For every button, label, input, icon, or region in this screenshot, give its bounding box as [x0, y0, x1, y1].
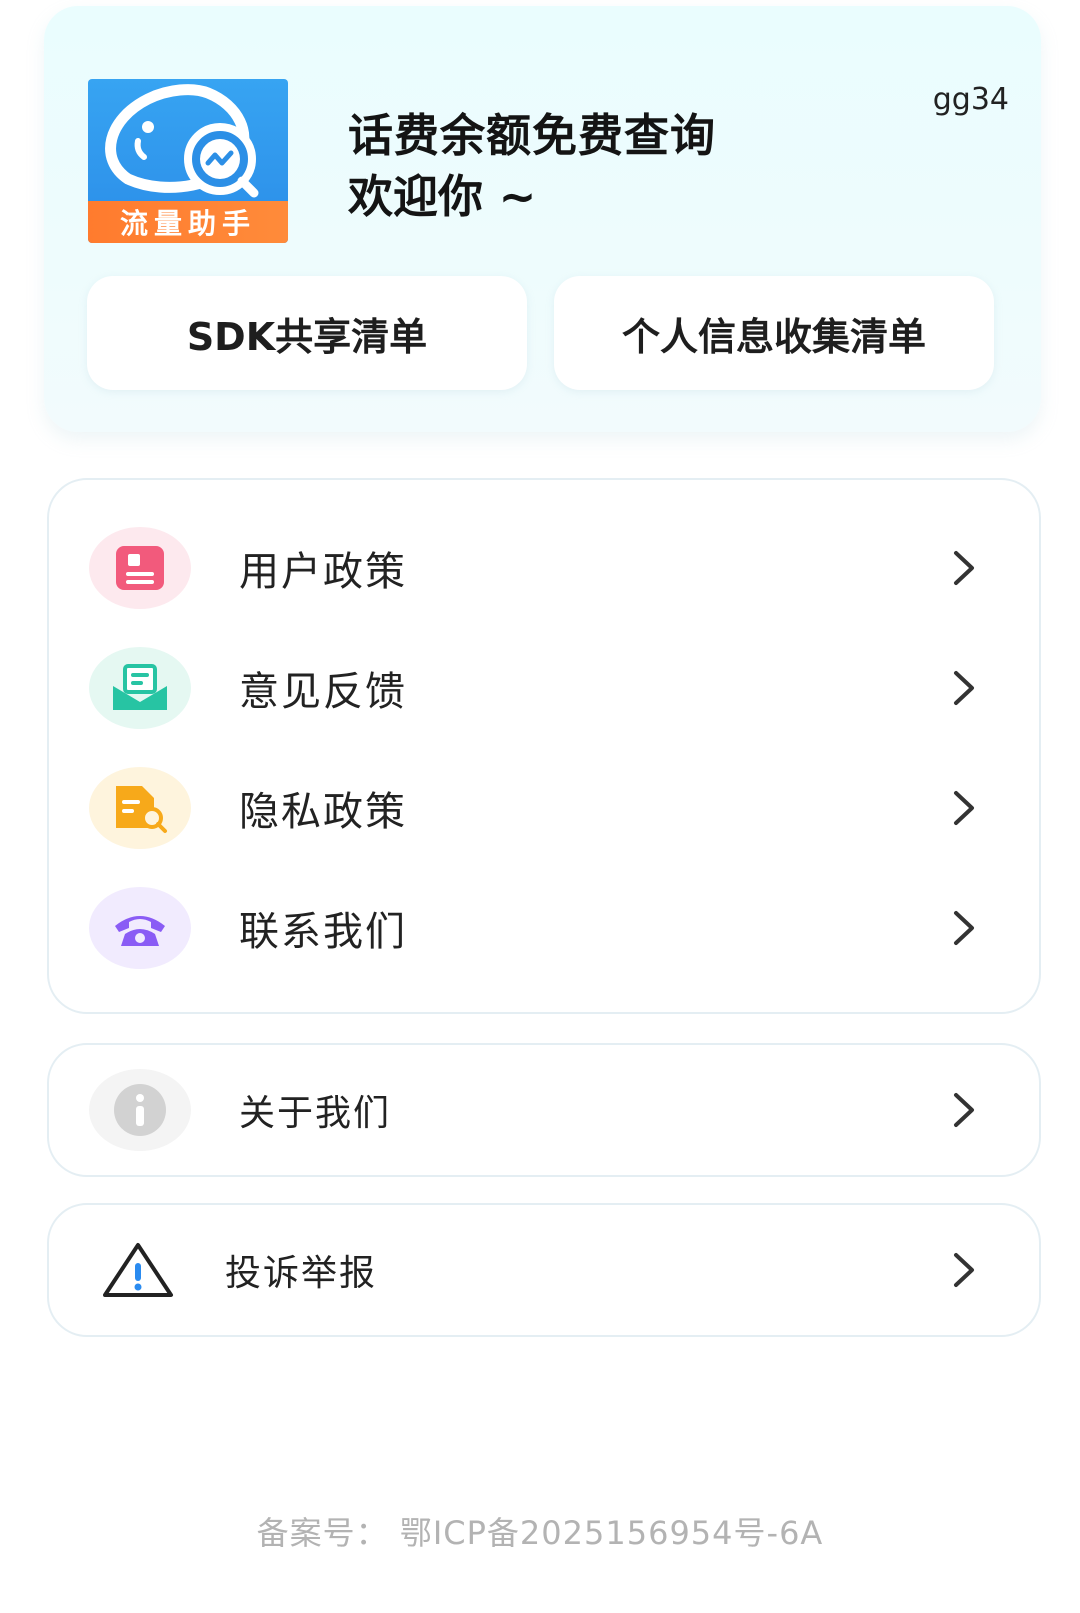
info-icon	[114, 1084, 166, 1136]
menu-item-user-policy[interactable]: 用户政策	[49, 518, 1039, 618]
app-logo: 流量助手	[88, 79, 288, 243]
menu-card-main: 用户政策 意见反馈 隐私政策 联系我们	[47, 478, 1041, 1014]
icon-badge	[89, 887, 191, 969]
icon-badge	[89, 1069, 191, 1151]
icp-record-text[interactable]: 备案号： 鄂ICP备2025156954号-6A	[0, 1508, 1080, 1554]
menu-item-label: 意见反馈	[239, 669, 407, 715]
chevron-right-icon	[949, 668, 981, 708]
feedback-envelope-icon	[113, 664, 167, 710]
menu-item-contact-us[interactable]: 联系我们	[49, 878, 1039, 978]
chevron-right-icon	[949, 1250, 981, 1290]
privacy-search-icon	[116, 786, 167, 833]
telephone-icon	[115, 916, 165, 946]
icon-badge	[89, 527, 191, 609]
header-card: 流量助手 话费余额免费查询 欢迎你 ~ gg34 SDK共享清单 个人信息收集清…	[44, 6, 1041, 432]
droplet-search-icon	[105, 84, 259, 198]
report-row: 投诉举报	[49, 1220, 1039, 1320]
welcome-text: 欢迎你 ~	[348, 170, 537, 223]
menu-item-label: 隐私政策	[239, 789, 407, 835]
sdk-share-list-button[interactable]: SDK共享清单	[87, 276, 527, 390]
menu-item-label: 用户政策	[239, 549, 407, 595]
app-title: 话费余额免费查询	[348, 109, 717, 162]
logo-text: 流量助手	[88, 201, 288, 243]
chevron-right-icon	[949, 1090, 981, 1130]
document-icon	[116, 546, 164, 590]
menu-item-about-us[interactable]: 关于我们	[47, 1043, 1041, 1177]
settings-page: 流量助手 话费余额免费查询 欢迎你 ~ gg34 SDK共享清单 个人信息收集清…	[0, 0, 1080, 1613]
menu-item-label: 联系我们	[239, 909, 407, 955]
menu-item-label: 投诉举报	[225, 1253, 378, 1294]
chevron-right-icon	[949, 548, 981, 588]
menu-item-label: 关于我们	[239, 1093, 392, 1134]
icon-badge	[87, 1229, 189, 1311]
version-tag: gg34	[932, 82, 1009, 117]
about-row: 关于我们	[49, 1060, 1039, 1160]
warning-icon	[103, 1243, 173, 1297]
chevron-right-icon	[949, 908, 981, 948]
menu-item-feedback[interactable]: 意见反馈	[49, 638, 1039, 738]
menu-item-privacy-policy[interactable]: 隐私政策	[49, 758, 1039, 858]
personal-info-list-button[interactable]: 个人信息收集清单	[554, 276, 994, 390]
menu-item-complaint-report[interactable]: 投诉举报	[47, 1203, 1041, 1337]
icon-badge	[89, 767, 191, 849]
icon-badge	[89, 647, 191, 729]
chevron-right-icon	[949, 788, 981, 828]
